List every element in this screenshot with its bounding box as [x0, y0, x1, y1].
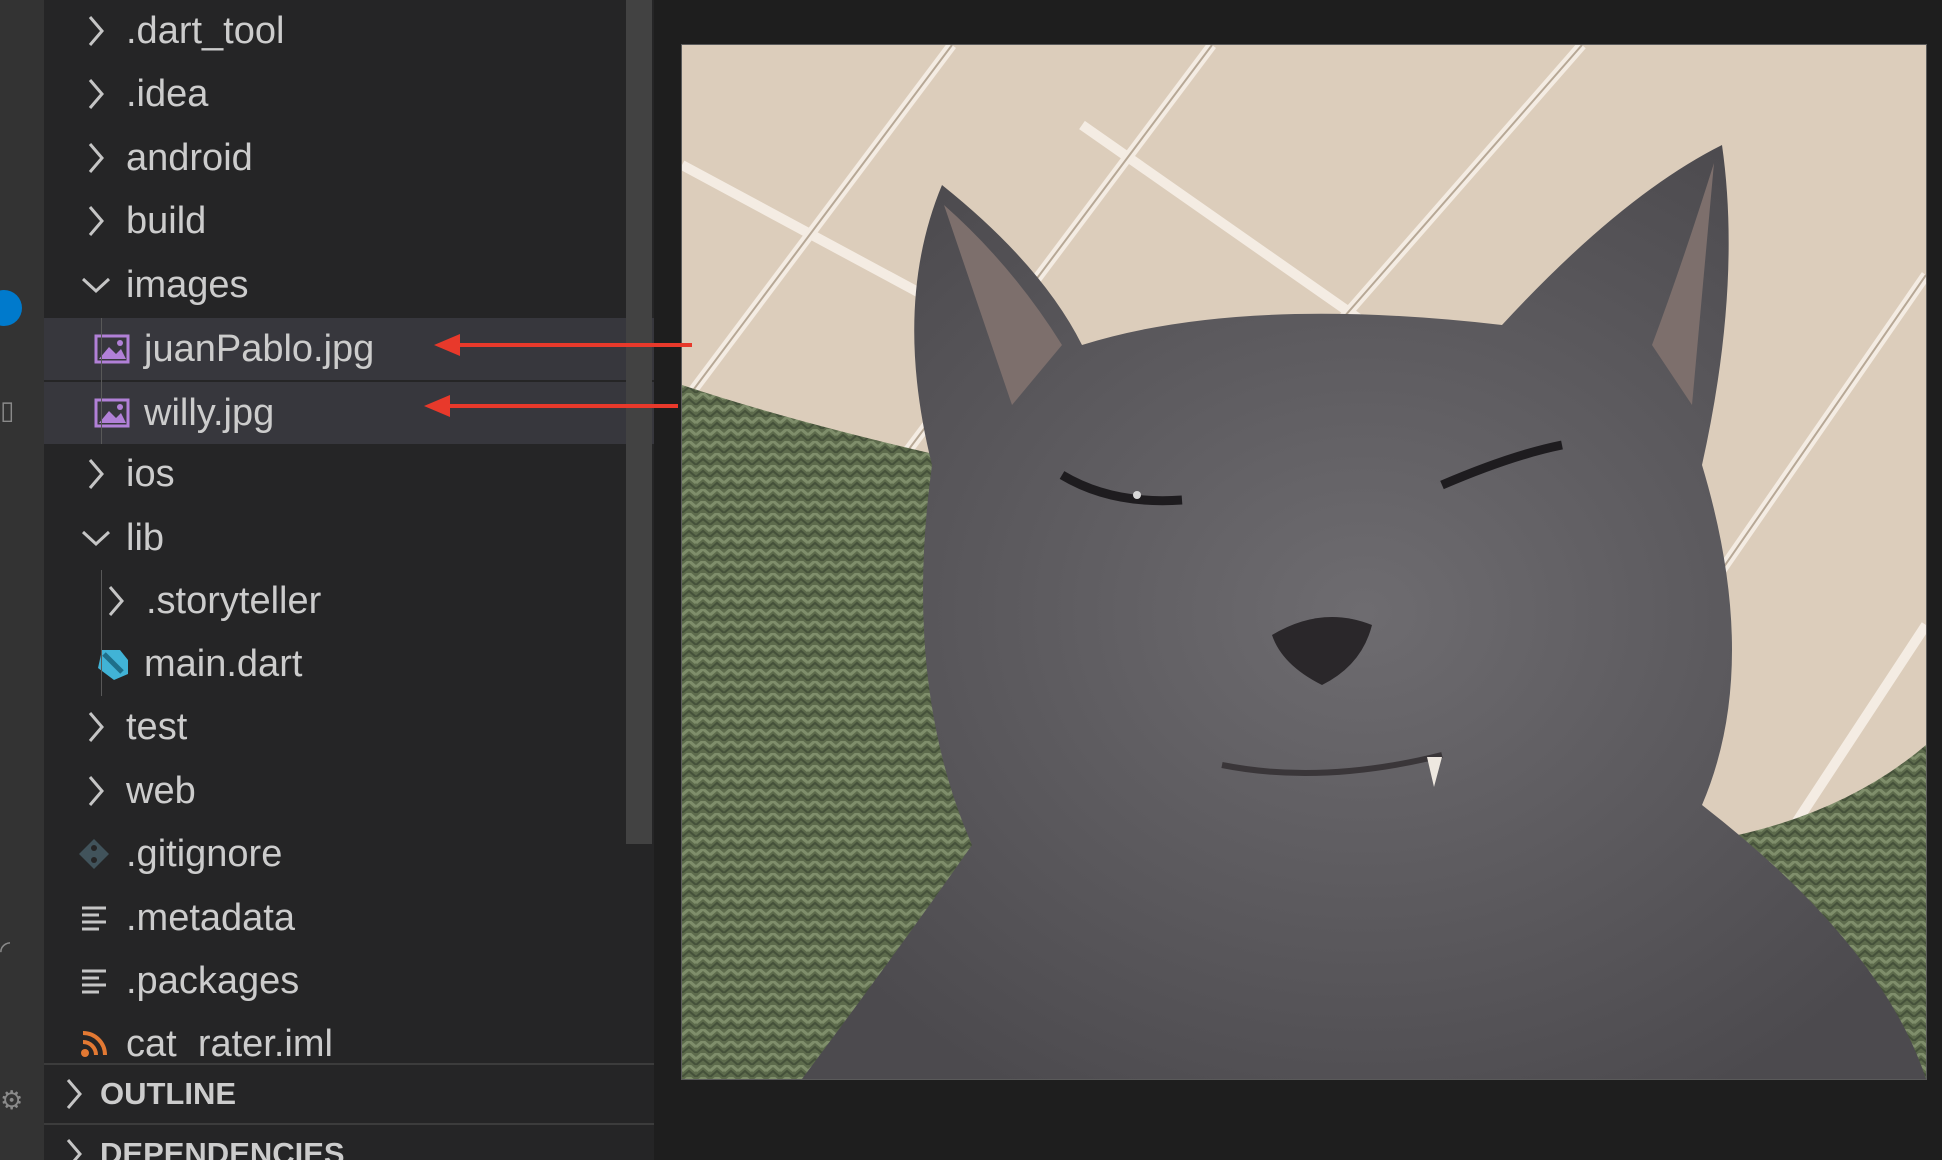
image-file-icon — [92, 329, 132, 369]
file-tree: .dart_tool .idea android build images juanPab… — [44, 0, 654, 1060]
tree-item-label: .packages — [126, 959, 300, 1002]
file-item[interactable]: .gitignore — [44, 823, 654, 885]
folder-item[interactable]: web — [44, 760, 654, 822]
chevron-right-icon — [100, 581, 132, 621]
tree-item-label: .idea — [126, 72, 209, 115]
tree-item-label: ios — [126, 452, 175, 495]
tree-item-label: images — [126, 263, 249, 306]
accounts-icon[interactable]: ◜ — [0, 935, 10, 966]
chevron-down-icon — [80, 265, 112, 305]
folder-item[interactable]: android — [44, 127, 654, 189]
tree-item-label: lib — [126, 516, 165, 559]
tree-item-label: willy.jpg — [144, 391, 275, 434]
image-file-icon — [92, 393, 132, 433]
activity-bar: ▯ ◜ ⚙ — [0, 0, 44, 1160]
chevron-right-icon — [80, 74, 112, 114]
tree-item-label: .storyteller — [146, 579, 322, 622]
notification-badge — [0, 290, 22, 326]
chevron-right-icon — [80, 707, 112, 747]
scrollbar[interactable] — [626, 0, 652, 844]
chevron-right-icon — [80, 771, 112, 811]
tree-item-label: .dart_tool — [126, 9, 285, 52]
tree-item-label: cat_rater.iml — [126, 1022, 333, 1061]
folder-item[interactable]: test — [44, 696, 654, 758]
outline-section[interactable]: OUTLINE — [44, 1063, 654, 1123]
tree-item-label: main.dart — [144, 642, 303, 685]
section-label: OUTLINE — [100, 1076, 237, 1111]
extensions-icon[interactable]: ▯ — [0, 395, 14, 426]
folder-item[interactable]: ios — [44, 443, 654, 505]
chevron-right-icon — [80, 201, 112, 241]
file-item[interactable]: .metadata — [44, 887, 654, 949]
text-file-icon — [74, 961, 114, 1001]
folder-item[interactable]: .storyteller — [44, 570, 654, 632]
cat-photo — [682, 45, 1926, 1079]
explorer-sidebar: .dart_tool .idea android build images juanPab… — [44, 0, 654, 1160]
folder-item[interactable]: build — [44, 190, 654, 252]
arrow-juanpablo — [434, 334, 692, 356]
chevron-right-icon — [80, 11, 112, 51]
tree-item-label: android — [126, 136, 253, 179]
dart-file-icon — [92, 644, 132, 684]
chevron-right-icon — [80, 454, 112, 494]
tree-item-label: web — [126, 769, 196, 812]
dependencies-section[interactable]: DEPENDENCIES — [44, 1123, 654, 1160]
image-preview — [681, 44, 1927, 1080]
file-item[interactable]: .packages — [44, 950, 654, 1012]
indent-guide — [101, 570, 102, 696]
chevron-right-icon — [58, 1074, 90, 1114]
gear-icon[interactable]: ⚙ — [0, 1085, 23, 1116]
chevron-right-icon — [58, 1134, 90, 1160]
text-file-icon — [74, 898, 114, 938]
folder-item[interactable]: images — [44, 254, 654, 316]
folder-item[interactable]: .dart_tool — [44, 0, 654, 62]
tree-item-label: .metadata — [126, 896, 295, 939]
chevron-right-icon — [80, 138, 112, 178]
tree-item-label: test — [126, 705, 188, 748]
tree-item-label: .gitignore — [126, 832, 283, 875]
indent-guide — [101, 318, 102, 444]
file-item[interactable]: cat_rater.iml — [44, 1013, 654, 1060]
folder-item[interactable]: lib — [44, 507, 654, 569]
section-label: DEPENDENCIES — [100, 1136, 345, 1160]
editor-area — [654, 0, 1942, 1160]
chevron-down-icon — [80, 518, 112, 558]
folder-item[interactable]: .idea — [44, 63, 654, 125]
tree-item-label: build — [126, 199, 207, 242]
git-file-icon — [74, 834, 114, 874]
file-item[interactable]: main.dart — [44, 633, 654, 695]
rss-file-icon — [74, 1024, 114, 1060]
tree-item-label: juanPablo.jpg — [144, 327, 375, 370]
arrow-willy — [424, 395, 678, 417]
